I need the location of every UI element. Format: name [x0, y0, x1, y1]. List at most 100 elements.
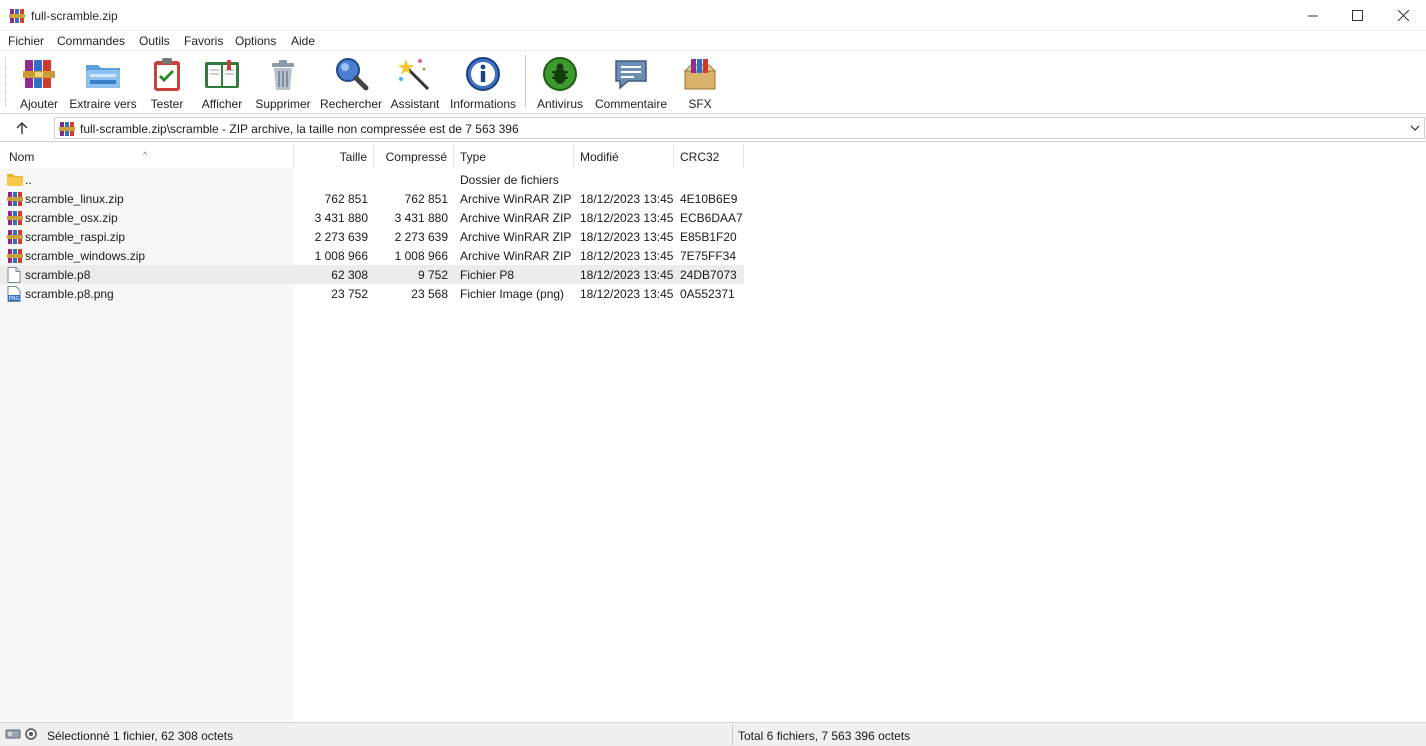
up-folder-button[interactable] [12, 120, 32, 136]
column-header-name[interactable]: Nom ^ [0, 144, 294, 168]
toolbar: Ajouter Extraire vers Tester Afficher Su… [0, 50, 1426, 114]
file-type: Archive WinRAR ZIP [460, 249, 572, 263]
file-type: Dossier de fichiers [460, 173, 559, 187]
file-size: 762 851 [324, 192, 368, 206]
file-size: 2 273 639 [314, 230, 368, 244]
file-row[interactable]: .. Dossier de fichiers [0, 170, 744, 189]
trash-icon [264, 55, 302, 93]
file-type: Archive WinRAR ZIP [460, 211, 572, 225]
file-packed-size: 1 008 966 [394, 249, 448, 263]
file-modified: 18/12/2023 13:45 [580, 268, 674, 282]
address-path: full-scramble.zip\scramble - ZIP archive… [80, 122, 519, 136]
test-clipboard-icon [148, 55, 186, 93]
magnifier-icon [332, 55, 370, 93]
view-button[interactable]: Afficher [198, 55, 246, 111]
file-row[interactable]: scramble_osx.zip 3 431 880 3 431 880 Archiv… [0, 208, 744, 227]
add-button[interactable]: Ajouter [17, 55, 61, 111]
column-header-size[interactable]: Taille [294, 144, 374, 168]
file-name: scramble_windows.zip [25, 249, 146, 263]
close-button[interactable] [1380, 0, 1426, 31]
column-header-packed[interactable]: Compressé [374, 144, 454, 168]
menu-aide[interactable]: Aide [291, 34, 315, 48]
sfx-button[interactable]: SFX [680, 55, 720, 111]
png-image-icon: PNG [7, 286, 21, 305]
column-header-modified[interactable]: Modifié [574, 144, 674, 168]
address-bar[interactable]: full-scramble.zip\scramble - ZIP archive… [54, 117, 1425, 139]
file-packed-size: 3 431 880 [394, 211, 448, 225]
file-name: scramble.p8 [25, 268, 91, 282]
file-type: Fichier P8 [460, 268, 515, 282]
status-total: Total 6 fichiers, 7 563 396 octets [738, 729, 911, 743]
file-size: 1 008 966 [314, 249, 368, 263]
file-name: scramble_osx.zip [25, 211, 118, 225]
menu-fichier[interactable]: Fichier [8, 34, 44, 48]
file-modified: 18/12/2023 13:45 [580, 230, 674, 244]
file-modified: 18/12/2023 13:45 [580, 287, 674, 301]
file-crc: E85B1F20 [680, 230, 737, 244]
sort-ascending-icon: ^ [143, 150, 148, 160]
file-type: Fichier Image (png) [460, 287, 565, 301]
file-crc: ECB6DAA7 [680, 211, 743, 225]
menu-options[interactable]: Options [235, 34, 276, 48]
file-size: 62 308 [331, 268, 368, 282]
view-book-icon [203, 55, 241, 93]
find-button[interactable]: Rechercher [320, 55, 382, 111]
file-name: scramble_raspi.zip [25, 230, 126, 244]
file-packed-size: 23 568 [411, 287, 448, 301]
status-bar: Sélectionné 1 fichier, 62 308 octets Tot… [0, 722, 1426, 746]
status-divider [732, 725, 733, 745]
add-archive-icon [20, 55, 58, 93]
maximize-button[interactable] [1334, 0, 1380, 31]
arrow-up-icon [16, 122, 28, 134]
menu-outils[interactable]: Outils [139, 34, 170, 48]
file-crc: 4E10B6E9 [680, 192, 738, 206]
test-button[interactable]: Tester [147, 55, 187, 111]
file-row[interactable]: scramble_windows.zip 1 008 966 1 008 966 Ar… [0, 246, 744, 265]
address-row: full-scramble.zip\scramble - ZIP archive… [0, 115, 1426, 142]
file-crc: 24DB7073 [680, 268, 737, 282]
file-row[interactable]: PNG scramble.p8.png 23 752 23 568 Fichier Im… [0, 284, 744, 303]
file-modified: 18/12/2023 13:45 [580, 192, 674, 206]
file-name: scramble_linux.zip [25, 192, 124, 206]
file-size: 3 431 880 [314, 211, 368, 225]
status-selection: Sélectionné 1 fichier, 62 308 octets [47, 729, 234, 743]
file-size: 23 752 [331, 287, 368, 301]
info-icon [464, 55, 502, 93]
file-packed-size: 762 851 [404, 192, 448, 206]
comment-button[interactable]: Commentaire [593, 55, 669, 111]
wizard-button[interactable]: Assistant [389, 55, 441, 111]
extract-to-button[interactable]: Extraire vers [69, 55, 137, 111]
file-row[interactable]: scramble_raspi.zip 2 273 639 2 273 639 Arch… [0, 227, 744, 246]
toolbar-separator [525, 55, 526, 107]
winrar-app-icon [9, 8, 25, 27]
antivirus-bug-icon [541, 55, 579, 93]
extract-folder-icon [84, 55, 122, 93]
info-button[interactable]: Informations [448, 55, 518, 111]
delete-button[interactable]: Supprimer [254, 55, 312, 111]
wizard-wand-icon [396, 55, 434, 93]
folder-icon [7, 172, 23, 189]
column-header-crc[interactable]: CRC32 [674, 144, 744, 168]
chevron-down-icon[interactable] [1410, 122, 1420, 136]
toolbar-grip [5, 57, 8, 107]
file-modified: 18/12/2023 13:45 [580, 211, 674, 225]
file-row[interactable]: scramble_linux.zip 762 851 762 851 Archive … [0, 189, 744, 208]
file-crc: 0A552371 [680, 287, 735, 301]
minimize-button[interactable] [1290, 0, 1336, 31]
file-type: Archive WinRAR ZIP [460, 192, 572, 206]
comment-icon [612, 55, 650, 93]
menu-bar: Fichier Commandes Outils Favoris Options… [0, 31, 1426, 50]
archive-icon [59, 121, 75, 140]
menu-favoris[interactable]: Favoris [184, 34, 223, 48]
antivirus-button[interactable]: Antivirus [535, 55, 585, 111]
file-type: Archive WinRAR ZIP [460, 230, 572, 244]
menu-commandes[interactable]: Commandes [57, 34, 125, 48]
file-modified: 18/12/2023 13:45 [580, 249, 674, 263]
svg-text:PNG: PNG [9, 296, 20, 302]
file-row[interactable]: scramble.p8 62 308 9 752 Fichier P8 18/12/20… [0, 265, 744, 284]
file-crc: 7E75FF34 [680, 249, 737, 263]
file-list: Nom ^ Taille Compressé Type Modifié CRC3… [0, 144, 1426, 721]
window-title: full-scramble.zip [31, 9, 118, 23]
drive-key-icon [5, 727, 41, 744]
column-header-type[interactable]: Type [454, 144, 574, 168]
